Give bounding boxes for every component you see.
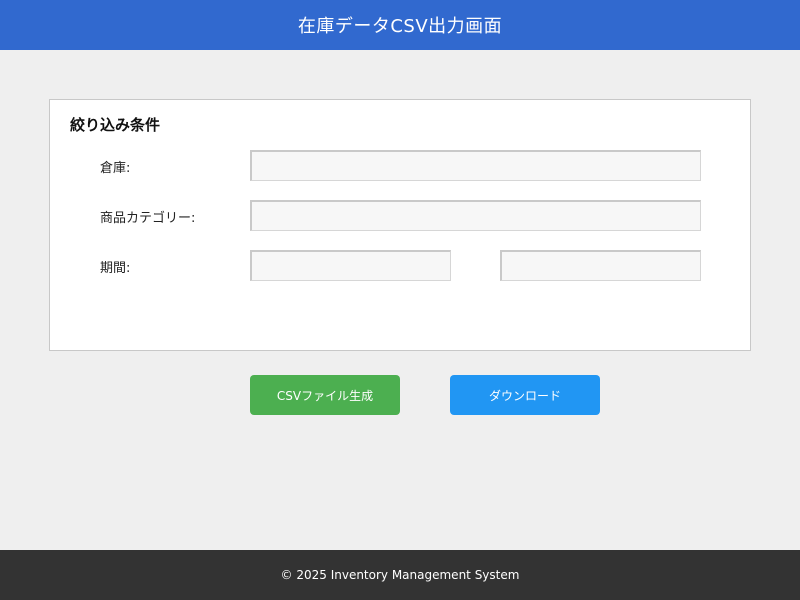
generate-csv-button[interactable]: CSVファイル生成 — [250, 375, 400, 415]
app-header: 在庫データCSV出力画面 — [0, 0, 800, 50]
warehouse-label: 倉庫: — [100, 161, 131, 176]
footer: © 2025 Inventory Management System — [0, 550, 800, 600]
category-input[interactable] — [250, 200, 701, 231]
period-label: 期間: — [100, 261, 131, 276]
page-title: 在庫データCSV出力画面 — [297, 16, 503, 37]
filter-panel-title: 絞り込み条件 — [70, 116, 161, 134]
category-label: 商品カテゴリー: — [100, 211, 196, 226]
download-button[interactable]: ダウンロード — [450, 375, 600, 415]
period-end-input[interactable] — [500, 250, 701, 281]
copyright-text: © 2025 Inventory Management System — [280, 568, 520, 582]
period-start-input[interactable] — [250, 250, 451, 281]
warehouse-input[interactable] — [250, 150, 701, 181]
filter-panel: 絞り込み条件 倉庫: 商品カテゴリー: 期間: — [49, 99, 751, 351]
